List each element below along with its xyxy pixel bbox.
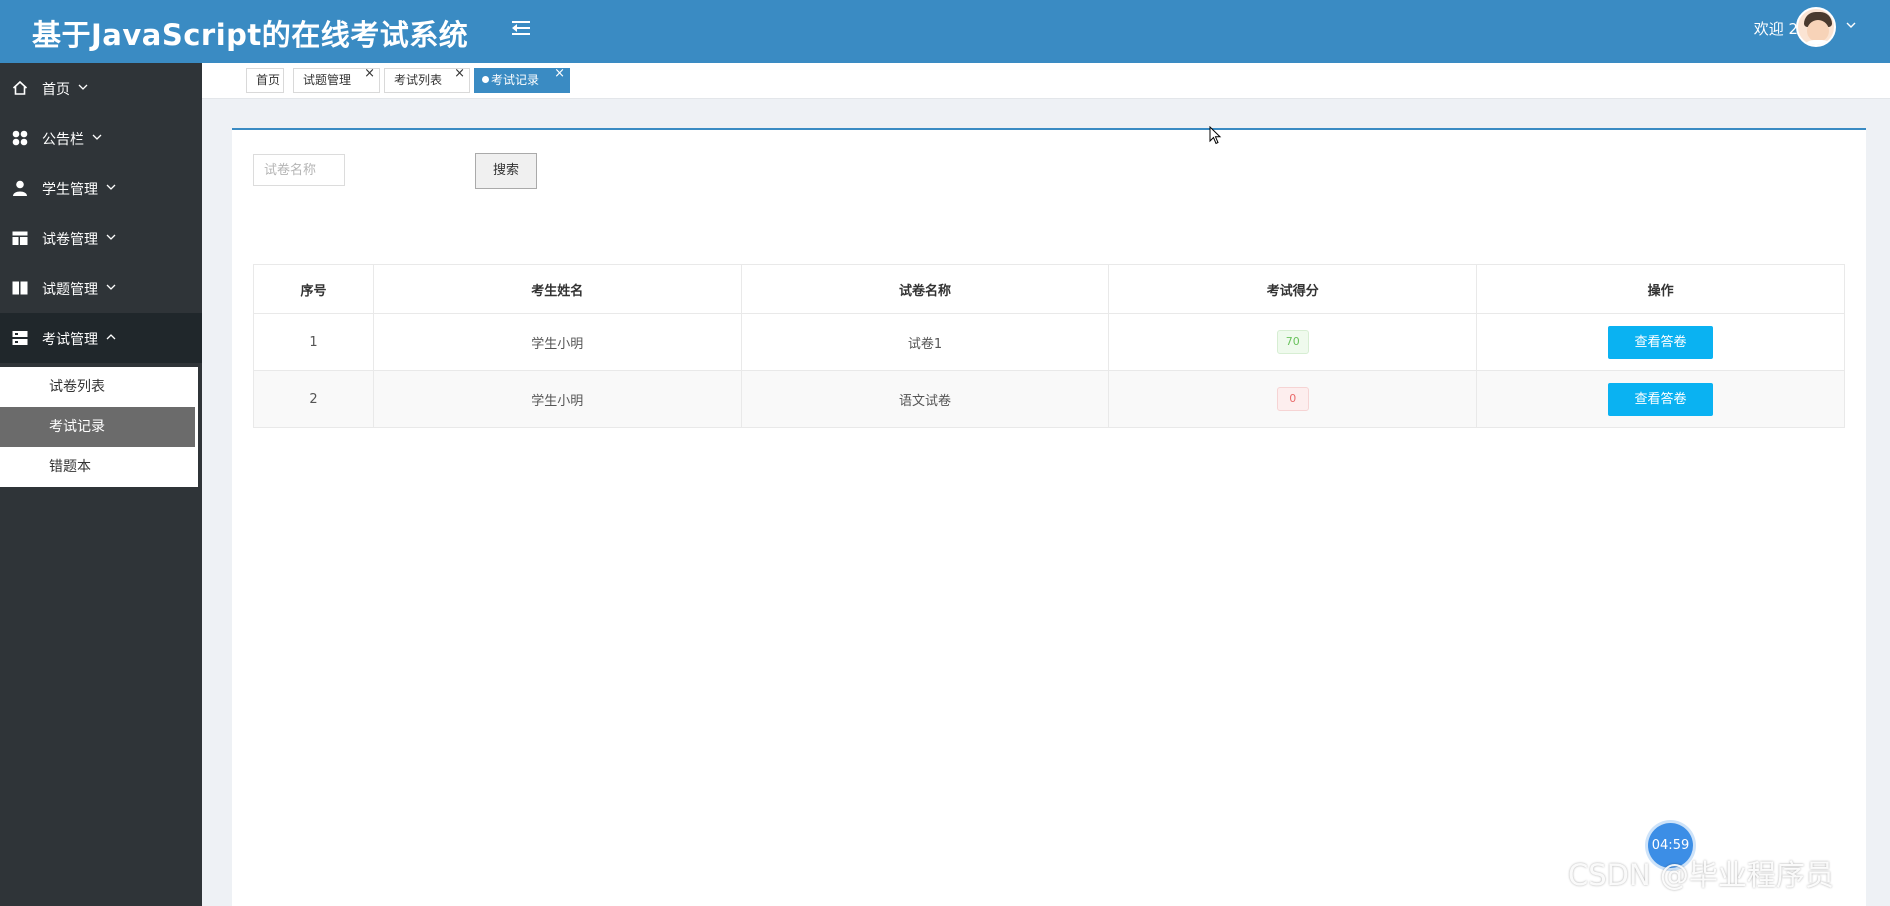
sidebar-item-papers[interactable]: 试卷管理 [0,213,202,263]
sidebar-item-questions[interactable]: 试题管理 [0,263,202,313]
chevron-down-icon [106,284,116,290]
tab-exam-records[interactable]: 考试记录 × [474,67,570,93]
app-title: 基于JavaScript的在线考试系统 [32,18,469,52]
chevron-down-icon[interactable] [1846,20,1856,30]
tab-home[interactable]: 首页 [246,68,284,93]
column-header: 试卷名称 [740,264,1110,314]
sidebar-item-home[interactable]: 首页 [0,63,202,113]
search-button[interactable]: 搜索 [475,153,537,189]
paper-name: 语文试卷 [740,370,1110,428]
close-icon[interactable]: × [554,67,565,81]
home-icon [12,80,28,95]
tab-label: 首页 [256,73,281,87]
row-index: 2 [253,370,374,428]
user-icon [13,180,27,196]
table-header-row: 序号 考生姓名 试卷名称 考试得分 操作 [253,264,1845,314]
close-icon[interactable]: × [364,67,375,81]
sidebar: 首页 公告栏 学生管理 试卷管理 试题管理 考试管理 试卷列表 考试记录 错题本 [0,63,202,906]
welcome-text: 欢迎 2 [1753,20,1798,38]
view-answers-button[interactable]: 查看答卷 [1608,325,1714,359]
sidebar-item-label: 公告栏 [42,132,84,148]
chevron-down-icon [106,184,116,190]
apps-icon [12,130,28,146]
submenu-item-wrong-book[interactable]: 错题本 [0,447,195,487]
sidebar-item-label: 首页 [42,82,70,98]
chevron-up-icon [106,334,116,340]
top-header: 基于JavaScript的在线考试系统 欢迎 2 [0,0,1890,63]
row-index: 1 [253,313,374,371]
table-row: 1 学生小明 试卷1 70 查看答卷 [253,313,1845,371]
chevron-down-icon [92,134,102,140]
sidebar-item-students[interactable]: 学生管理 [0,163,202,213]
sidebar-item-exams[interactable]: 考试管理 [0,313,202,363]
tabs-bar: 首页 试题管理 × 考试列表 × 考试记录 × [202,63,1890,99]
chevron-down-icon [106,234,116,240]
server-icon [12,331,28,345]
exam-submenu: 试卷列表 考试记录 错题本 [0,367,198,487]
sidebar-item-label: 试题管理 [42,282,98,298]
score-badge: 0 [1276,387,1309,411]
close-icon[interactable]: × [454,67,465,81]
tab-exam-list[interactable]: 考试列表 × [384,67,470,93]
mouse-cursor-icon [1209,126,1222,145]
avatar[interactable] [1796,7,1836,47]
view-answers-button[interactable]: 查看答卷 [1608,382,1714,416]
paper-name-search-input[interactable] [253,154,345,186]
submenu-item-exam-records[interactable]: 考试记录 [0,407,195,447]
sidebar-item-label: 学生管理 [42,182,98,198]
exam-records-table: 序号 考生姓名 试卷名称 考试得分 操作 1 学生小明 试卷1 70 查看答卷 … [253,264,1845,428]
tab-label: 考试记录 [491,73,540,87]
csdn-watermark: CSDN @毕业程序员 [1568,858,1834,892]
table-row: 2 学生小明 语文试卷 0 查看答卷 [253,370,1845,428]
paper-name: 试卷1 [740,313,1110,371]
tab-label: 考试列表 [394,73,443,87]
column-header: 操作 [1476,264,1845,314]
tab-label: 试题管理 [303,73,352,87]
columns-icon [12,281,28,295]
active-dot-icon [482,76,489,83]
sidebar-item-label: 考试管理 [42,332,98,348]
column-header: 考生姓名 [372,264,742,314]
chevron-down-icon [78,84,88,90]
student-name: 学生小明 [372,313,742,371]
submenu-item-paper-list[interactable]: 试卷列表 [0,367,195,407]
content-panel: 搜索 序号 考生姓名 试卷名称 考试得分 操作 1 学生小明 试卷1 70 查看… [232,128,1866,906]
score-badge: 70 [1276,330,1309,354]
column-header: 考试得分 [1108,264,1478,314]
student-name: 学生小明 [372,370,742,428]
layout-icon [12,231,28,245]
sidebar-item-label: 试卷管理 [42,232,98,248]
tab-question-management[interactable]: 试题管理 × [293,67,380,93]
column-header: 序号 [253,264,374,314]
sidebar-item-notices[interactable]: 公告栏 [0,113,202,163]
menu-fold-icon[interactable] [512,18,532,38]
